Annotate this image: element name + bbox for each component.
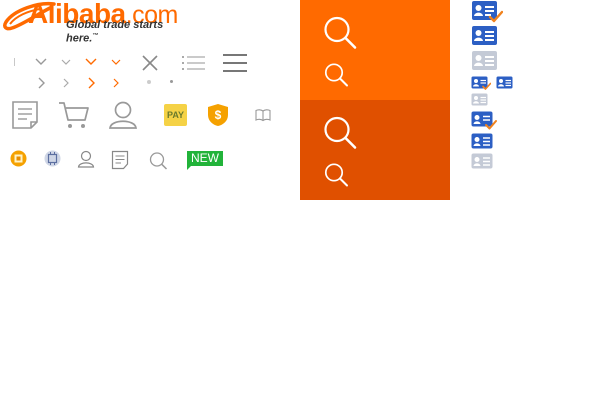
gold-supplier-icon[interactable] <box>10 150 27 167</box>
search-icon[interactable] <box>323 162 349 188</box>
search-icon[interactable] <box>148 151 170 171</box>
alibaba-logo[interactable]: Alibaba.com Global trade starts here.™ <box>0 0 195 44</box>
contact-card-icon[interactable] <box>471 50 499 72</box>
contact-card-check-icon[interactable] <box>471 111 497 131</box>
contact-card-check-icon[interactable] <box>471 0 503 24</box>
chevron-right-icon[interactable] <box>112 77 120 89</box>
shield-dollar-icon[interactable]: $ <box>207 103 229 127</box>
book-icon[interactable] <box>255 108 271 122</box>
dot-icon <box>147 80 151 84</box>
menu-icon[interactable] <box>222 52 248 74</box>
search-panel-primary <box>300 0 450 100</box>
document-icon[interactable] <box>111 150 129 170</box>
contact-card-icon[interactable] <box>471 93 488 106</box>
document-icon[interactable] <box>11 100 39 130</box>
contact-card-icon[interactable] <box>471 153 494 171</box>
search-icon[interactable] <box>323 62 349 88</box>
contact-card-icon[interactable] <box>496 76 513 89</box>
svg-text:$: $ <box>215 108 222 122</box>
search-panel-secondary <box>300 100 450 200</box>
contact-card-check-icon[interactable] <box>471 76 491 91</box>
chevron-right-icon[interactable] <box>62 77 70 89</box>
chip-icon[interactable] <box>44 150 61 167</box>
chevron-right-icon[interactable] <box>87 76 97 90</box>
new-badge: NEW <box>187 151 223 170</box>
chevron-right-icon[interactable] <box>37 76 47 90</box>
list-icon[interactable] <box>181 54 207 72</box>
user-icon[interactable] <box>77 150 95 168</box>
chevron-down-icon[interactable] <box>110 58 122 66</box>
icon-sprite-sheet: Alibaba.com Global trade starts here.™ P… <box>0 0 600 400</box>
contact-card-icon[interactable] <box>471 133 494 151</box>
chevron-down-icon[interactable] <box>60 58 72 66</box>
user-icon[interactable] <box>108 100 138 130</box>
search-icon[interactable] <box>322 15 358 51</box>
logo-tagline: Global trade starts here.™ <box>66 19 164 45</box>
search-icon[interactable] <box>322 115 358 151</box>
chevron-down-icon[interactable] <box>84 57 98 67</box>
contact-card-icon[interactable] <box>471 25 499 47</box>
close-icon[interactable] <box>141 54 159 72</box>
pay-button[interactable]: PAY <box>164 104 187 126</box>
cart-icon[interactable] <box>58 100 90 130</box>
dot-icon <box>170 80 173 83</box>
divider-bar-icon <box>14 58 15 66</box>
chevron-down-icon[interactable] <box>34 57 48 67</box>
